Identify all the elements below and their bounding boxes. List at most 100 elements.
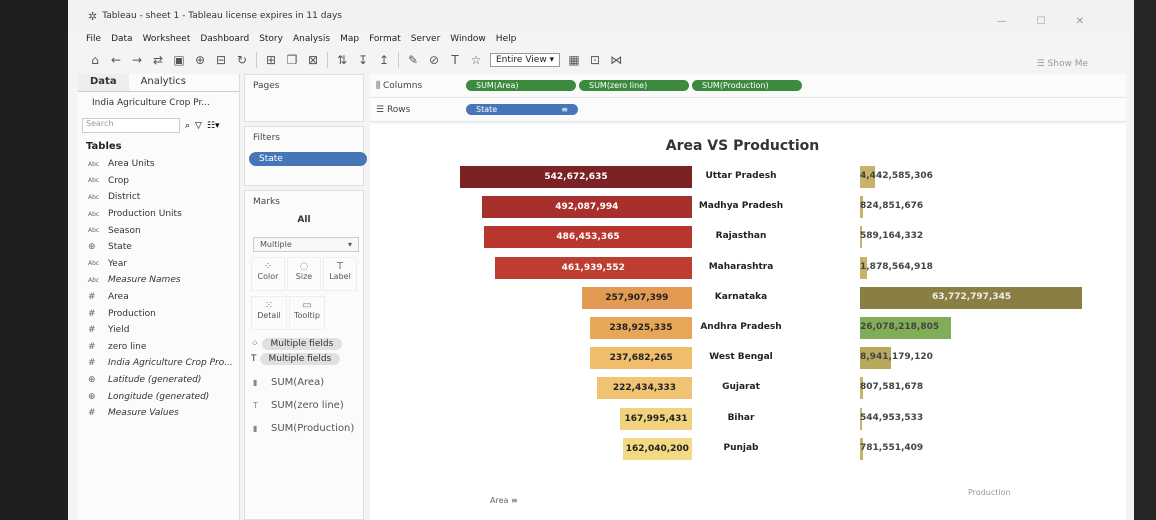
column-pill-sum-production[interactable]: SUM(Production): [692, 80, 802, 91]
menu-server[interactable]: Server: [411, 34, 441, 44]
detail-button[interactable]: ⁙ Detail: [251, 296, 287, 330]
color-button[interactable]: ⁘ Color: [251, 257, 285, 291]
undo-icon[interactable]: ←: [109, 53, 123, 67]
bar-chart-icon: ▮: [253, 424, 258, 433]
marks-sum-zero-line[interactable]: T SUM(zero line): [253, 400, 357, 411]
menu-file[interactable]: File: [86, 34, 101, 44]
fit-dropdown[interactable]: Entire View ▾: [490, 53, 561, 67]
tooltip-button[interactable]: ▭ Tooltip: [289, 296, 325, 330]
new-datasource-icon[interactable]: ⊕: [193, 53, 207, 67]
field-item[interactable]: # Production: [78, 305, 239, 322]
menu-window[interactable]: Window: [450, 34, 486, 44]
menu-worksheet[interactable]: Worksheet: [143, 34, 191, 44]
production-value-label: 8,941,179,120: [860, 352, 933, 363]
chart-row: 167,995,431 Bihar 544,953,533: [370, 407, 1126, 430]
field-item[interactable]: ⊕ Longitude (generated): [78, 388, 239, 405]
show-cards-icon[interactable]: ▦: [567, 53, 581, 67]
highlight-icon[interactable]: ✎: [406, 53, 420, 67]
duplicate-icon[interactable]: ❐: [285, 53, 299, 67]
close-icon[interactable]: ✕: [1076, 16, 1084, 27]
field-item[interactable]: Abc Production Units: [78, 206, 239, 223]
filter-icon[interactable]: ▽: [195, 121, 202, 131]
field-item[interactable]: # zero line: [78, 339, 239, 356]
window-controls: — ☐ ✕: [997, 16, 1084, 27]
pane-tabs: Data Analytics: [78, 74, 239, 92]
tab-data[interactable]: Data: [78, 74, 129, 91]
field-item[interactable]: ⊕ Latitude (generated): [78, 372, 239, 389]
columns-label-text: Columns: [383, 80, 423, 91]
swap-icon[interactable]: ⇅: [335, 53, 349, 67]
columns-shelf[interactable]: ⫼ Columns SUM(Area) SUM(zero line) SUM(P…: [370, 74, 1126, 98]
field-item[interactable]: Abc Year: [78, 256, 239, 273]
marks-all-tab[interactable]: All: [245, 215, 363, 225]
title-bar: ✲ Tableau - sheet 1 - Tableau license ex…: [68, 0, 1134, 32]
sort-ascending-icon[interactable]: ↧: [356, 53, 370, 67]
marks-sum-production[interactable]: ▮ SUM(Production): [253, 423, 357, 434]
fix-axes-icon[interactable]: ☆: [469, 53, 483, 67]
save-icon[interactable]: ▣: [172, 53, 186, 67]
field-name: State: [108, 242, 132, 253]
x-axis-label-production[interactable]: Production: [968, 488, 1011, 497]
field-item[interactable]: Abc District: [78, 189, 239, 206]
chart-row: 492,087,994 Madhya Pradesh 824,851,676: [370, 196, 1126, 219]
row-pill-state[interactable]: State ≡: [466, 104, 578, 115]
column-pill-sum-zero-line[interactable]: SUM(zero line): [579, 80, 689, 91]
window-title: Tableau - sheet 1 - Tableau license expi…: [102, 11, 342, 21]
visualization: Area VS Production 542,672,635 Uttar Prad…: [370, 124, 1126, 520]
maximize-icon[interactable]: ☐: [1037, 16, 1046, 27]
label-button[interactable]: T Label: [323, 257, 357, 291]
group-icon[interactable]: ⊘: [427, 53, 441, 67]
view-options-icon[interactable]: ☷▾: [207, 121, 220, 131]
field-item[interactable]: Abc Measure Names: [78, 272, 239, 289]
size-button[interactable]: ◌ Size: [287, 257, 321, 291]
rows-shelf[interactable]: ☰ Rows State ≡: [370, 98, 1126, 122]
sort-descending-icon[interactable]: ↥: [377, 53, 391, 67]
mark-type-dropdown[interactable]: Multiple ▾: [253, 237, 359, 252]
clear-sheet-icon[interactable]: ⊠: [306, 53, 320, 67]
refresh-icon[interactable]: ↻: [235, 53, 249, 67]
home-icon[interactable]: ⌂: [88, 53, 102, 67]
redo-icon[interactable]: →: [130, 53, 144, 67]
menu-dashboard[interactable]: Dashboard: [200, 34, 249, 44]
menu-data[interactable]: Data: [111, 34, 133, 44]
monitor-bezel-left: [0, 0, 70, 520]
replay-icon[interactable]: ⇄: [151, 53, 165, 67]
share-icon[interactable]: ⋈: [609, 53, 623, 67]
menu-format[interactable]: Format: [369, 34, 401, 44]
menu-help[interactable]: Help: [496, 34, 517, 44]
presentation-icon[interactable]: ⊡: [588, 53, 602, 67]
cards-pane: Pages Filters State Marks All Multiple ▾ …: [244, 74, 367, 520]
column-pill-sum-area[interactable]: SUM(Area): [466, 80, 576, 91]
datasource-name[interactable]: India Agriculture Crop Pr...: [78, 92, 239, 118]
field-item[interactable]: Abc Season: [78, 222, 239, 239]
field-item[interactable]: # India Agriculture Crop Pro...: [78, 355, 239, 372]
show-me-button[interactable]: ☰ Show Me: [1037, 59, 1088, 69]
marks-sum-area[interactable]: ▮ SUM(Area): [253, 377, 357, 388]
pages-card[interactable]: Pages: [244, 74, 364, 122]
production-value-label: 781,551,409: [860, 442, 924, 453]
menu-analysis[interactable]: Analysis: [293, 34, 330, 44]
field-item[interactable]: Abc Area Units: [78, 156, 239, 173]
field-item[interactable]: Abc Crop: [78, 173, 239, 190]
minimize-icon[interactable]: —: [997, 16, 1007, 27]
filter-pill-state[interactable]: State: [249, 152, 367, 166]
state-label: Madhya Pradesh: [698, 201, 784, 212]
tab-analytics[interactable]: Analytics: [129, 74, 198, 91]
field-item[interactable]: # Measure Values: [78, 405, 239, 422]
search-row: Search ⌕ ▽ ☷▾: [78, 118, 239, 133]
color-field-pill[interactable]: ⁘ Multiple fields: [251, 338, 357, 350]
menu-map[interactable]: Map: [340, 34, 359, 44]
field-item[interactable]: ⊕ State: [78, 239, 239, 256]
new-worksheet-icon[interactable]: ⊞: [264, 53, 278, 67]
field-item[interactable]: # Area: [78, 289, 239, 306]
field-item[interactable]: # Yield: [78, 322, 239, 339]
field-name: zero line: [108, 341, 147, 352]
menu-story[interactable]: Story: [259, 34, 283, 44]
label-field-pill[interactable]: T Multiple fields: [251, 353, 357, 365]
pause-update-icon[interactable]: ⊟: [214, 53, 228, 67]
x-axis-label-area[interactable]: Area ≡: [490, 496, 518, 505]
area-value-label: 461,939,552: [561, 262, 625, 273]
label-icon[interactable]: T: [448, 53, 462, 67]
search-icon[interactable]: ⌕: [185, 121, 190, 131]
search-input[interactable]: Search: [82, 118, 180, 133]
